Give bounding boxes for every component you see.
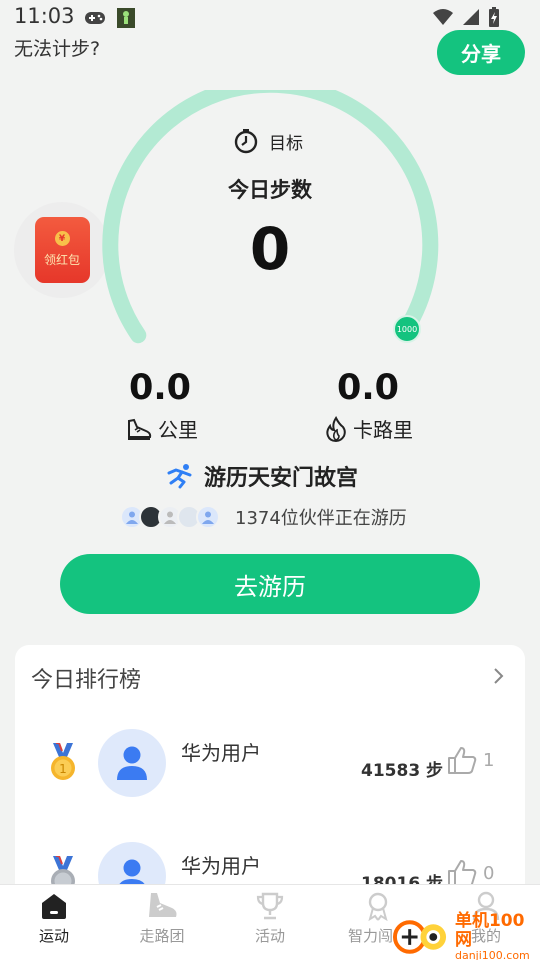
cant-count-link[interactable]: 无法计步? — [14, 34, 100, 61]
share-button[interactable]: 分享 — [437, 30, 525, 75]
gamepad-icon — [85, 12, 105, 24]
person-icon — [119, 859, 145, 884]
distance-value: 0.0 — [128, 368, 191, 408]
today-steps-label: 今日步数 — [228, 178, 312, 202]
silver-medal-icon — [51, 856, 75, 884]
avatar — [98, 729, 166, 797]
partner-avatar — [196, 505, 220, 529]
battery-icon — [489, 7, 499, 27]
partners-count-text: 1374位伙伴正在游历 — [235, 508, 407, 529]
nav-label: 走路团 — [139, 927, 185, 945]
watermark-text: 单机100网 — [454, 911, 525, 950]
home-icon — [42, 894, 66, 919]
status-left-icons — [84, 7, 136, 29]
target-label: 目标 — [269, 133, 303, 154]
rank-user-name: 华为用户 — [181, 741, 261, 765]
timer-icon — [234, 129, 258, 154]
medal-icon — [368, 892, 388, 921]
rank-user-name: 华为用户 — [181, 854, 261, 878]
like-button[interactable]: 0 — [447, 858, 494, 884]
thumbs-up-icon — [448, 747, 477, 774]
calories-label-row: 卡路里 — [325, 414, 413, 443]
person-icon — [202, 511, 214, 524]
calories-value: 0.0 — [336, 368, 399, 408]
trophy-icon — [256, 892, 284, 920]
ranking-title[interactable]: 今日排行榜 — [31, 662, 141, 694]
person-icon — [126, 511, 138, 524]
person-icon — [117, 746, 147, 780]
status-time: 11:03 — [14, 4, 75, 28]
goal-badge: 1000 — [393, 315, 421, 343]
svg-text:1: 1 — [59, 762, 67, 776]
distance-label-row: 公里 — [126, 414, 198, 443]
watermark-logo-icon — [392, 920, 447, 954]
tour-title: 游历天安门故宫 — [204, 466, 359, 491]
like-count: 0 — [483, 862, 495, 884]
rank-steps: 18016 步 — [361, 874, 444, 884]
steps-value: 0 — [249, 215, 291, 283]
nav-label: 活动 — [254, 927, 285, 945]
gauge-track — [102, 90, 439, 344]
partners-row: 1374位伙伴正在游历 — [120, 504, 407, 530]
red-packet-button[interactable]: ¥ 领红包 — [14, 202, 110, 298]
calories-label: 卡路里 — [353, 418, 413, 442]
wifi-icon — [433, 9, 453, 25]
shoe-icon — [128, 418, 152, 440]
coin-icon: ¥ — [54, 231, 70, 246]
app-notification-icon — [117, 8, 135, 28]
red-packet-label: 领红包 — [43, 253, 80, 267]
nav-item-walking-group[interactable]: 走路团 — [108, 885, 216, 960]
status-right-icons — [432, 7, 500, 27]
go-tour-button[interactable]: 去游历 — [60, 554, 480, 614]
tour-title-row[interactable]: 游历天安门故宫 — [166, 460, 358, 492]
nav-item-activity[interactable]: 活动 — [216, 885, 324, 960]
person-icon — [164, 511, 176, 524]
chevron-right-icon[interactable] — [492, 666, 506, 686]
ranking-row[interactable]: 1 华为用户 41583 步 1 — [15, 715, 525, 815]
flame-icon — [326, 415, 346, 442]
shoe-icon — [149, 893, 177, 917]
like-button[interactable]: 1 — [447, 745, 494, 775]
running-icon — [167, 464, 192, 489]
thumbs-up-icon — [448, 860, 477, 884]
ranking-row[interactable]: 华为用户 18016 步 0 — [15, 828, 525, 884]
avatar — [98, 842, 166, 884]
gold-medal-icon: 1 — [51, 743, 75, 780]
like-count: 1 — [483, 749, 495, 771]
signal-icon — [463, 9, 479, 25]
nav-item-sport[interactable]: 运动 — [0, 885, 108, 960]
site-watermark: 单机100网 danji100.com — [392, 912, 540, 960]
nav-label: 运动 — [38, 927, 69, 945]
watermark-sub: danji100.com — [454, 949, 530, 960]
red-packet-icon: ¥ 领红包 — [34, 217, 90, 283]
target-button[interactable]: 目标 — [233, 128, 303, 154]
rank-steps: 41583 步 — [361, 761, 444, 781]
distance-label: 公里 — [158, 418, 198, 442]
